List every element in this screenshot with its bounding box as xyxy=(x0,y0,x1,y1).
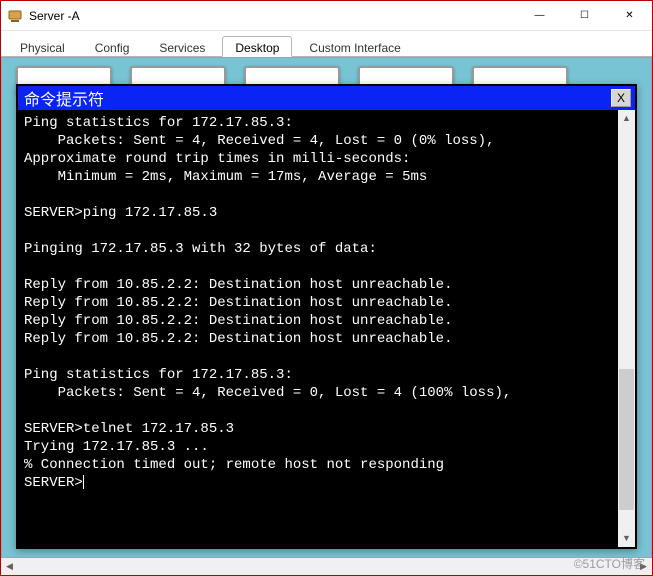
tab-desktop[interactable]: Desktop xyxy=(222,36,292,57)
scroll-thumb[interactable] xyxy=(619,369,634,510)
window-buttons: — ☐ ✕ xyxy=(517,1,652,30)
minimize-button[interactable]: — xyxy=(517,1,562,30)
titlebar: Server -A — ☐ ✕ xyxy=(1,1,652,31)
tab-custom-interface[interactable]: Custom Interface xyxy=(296,36,413,57)
maximize-button[interactable]: ☐ xyxy=(562,1,607,30)
tab-config[interactable]: Config xyxy=(82,36,143,57)
app-window: Server -A — ☐ ✕ Physical Config Services… xyxy=(1,1,652,575)
terminal-output[interactable]: Ping statistics for 172.17.85.3: Packets… xyxy=(18,110,618,547)
desktop-panel: 命令提示符 X Ping statistics for 172.17.85.3:… xyxy=(1,57,652,558)
command-prompt-close-button[interactable]: X xyxy=(611,89,631,107)
tab-services[interactable]: Services xyxy=(146,36,218,57)
window-horizontal-scrollbar[interactable]: ◀ ▶ xyxy=(1,558,652,575)
watermark: ©51CTO博客 xyxy=(574,555,645,572)
scroll-track[interactable] xyxy=(618,127,635,530)
terminal-wrap: Ping statistics for 172.17.85.3: Packets… xyxy=(18,110,635,547)
terminal-vertical-scrollbar[interactable]: ▲ ▼ xyxy=(618,110,635,547)
command-prompt-window: 命令提示符 X Ping statistics for 172.17.85.3:… xyxy=(16,84,637,549)
tab-physical[interactable]: Physical xyxy=(7,36,78,57)
scroll-up-icon[interactable]: ▲ xyxy=(618,110,635,127)
tab-strip: Physical Config Services Desktop Custom … xyxy=(1,31,652,57)
command-prompt-title: 命令提示符 xyxy=(24,86,611,110)
app-icon xyxy=(7,8,23,24)
scroll-left-icon[interactable]: ◀ xyxy=(1,558,18,575)
scroll-track[interactable] xyxy=(18,558,635,575)
close-button[interactable]: ✕ xyxy=(607,1,652,30)
scroll-down-icon[interactable]: ▼ xyxy=(618,530,635,547)
window-title: Server -A xyxy=(29,9,517,23)
command-prompt-titlebar: 命令提示符 X xyxy=(18,86,635,110)
